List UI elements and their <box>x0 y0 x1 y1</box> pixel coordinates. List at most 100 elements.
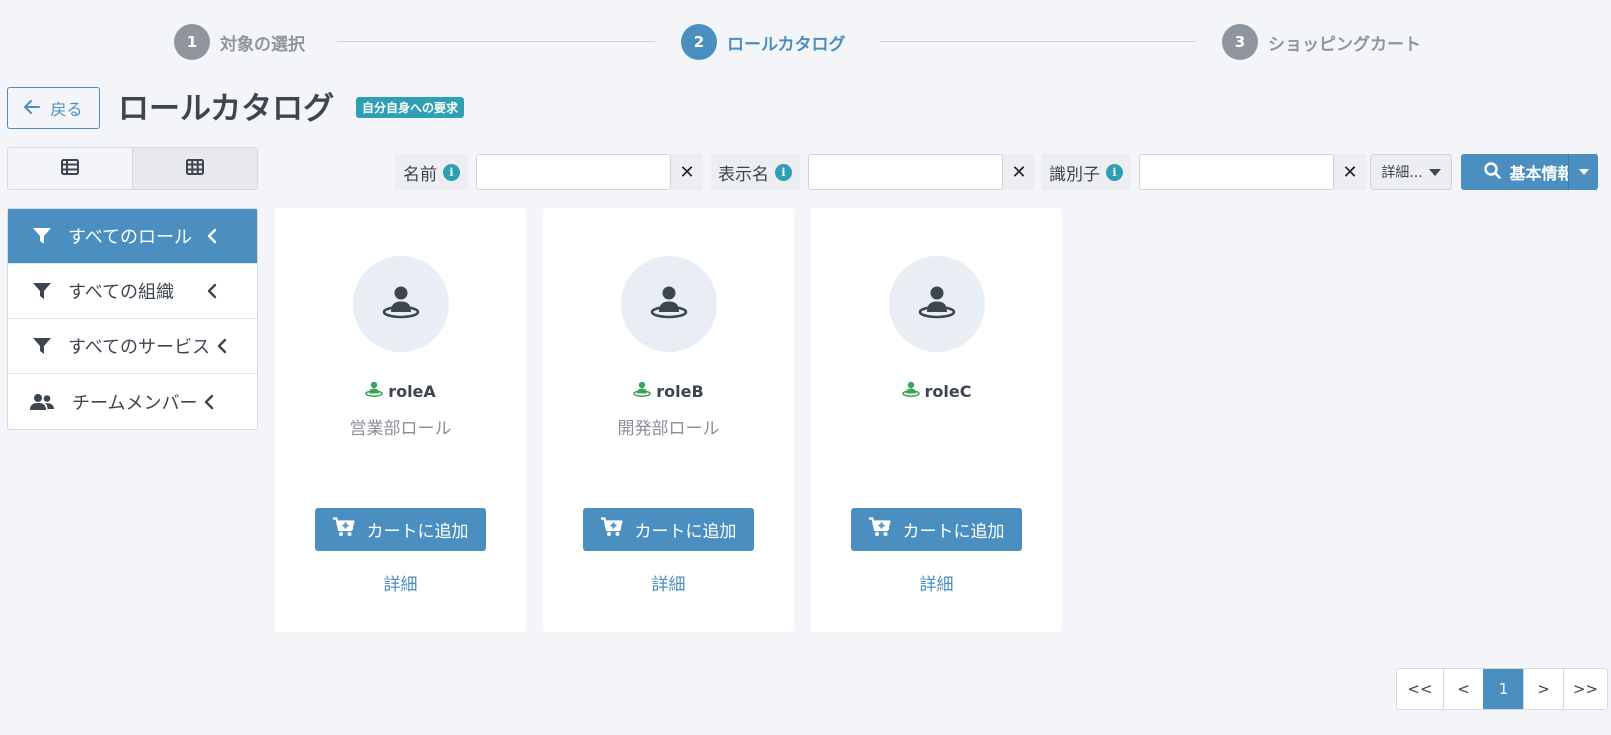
clear-name-icon[interactable]: ✕ <box>671 154 703 190</box>
filter-label: 表示名 i <box>710 154 800 190</box>
role-detail-link[interactable]: 詳細 <box>811 570 1062 595</box>
caret-down-icon <box>1428 168 1441 176</box>
list-icon <box>61 158 79 179</box>
add-to-cart-button[interactable]: カートに追加 <box>851 508 1022 551</box>
role-small-icon <box>901 381 920 401</box>
sidebar-item-team-members[interactable]: チームメンバー <box>8 374 257 429</box>
step-connector <box>337 41 655 42</box>
sidebar-item-all-services[interactable]: すべてのサービス <box>8 319 257 374</box>
filter-icon <box>30 337 54 355</box>
step-number: 1 <box>174 24 210 60</box>
role-description: 営業部ロール <box>349 419 452 439</box>
sidebar-item-all-roles[interactable]: すべてのロール <box>8 209 257 264</box>
sidebar-item-label: チームメンバー <box>72 392 198 414</box>
step-shopping-cart[interactable]: 3 ショッピングカート <box>1222 24 1421 60</box>
info-icon[interactable]: i <box>443 163 460 181</box>
role-detail-link[interactable]: 詳細 <box>275 570 526 595</box>
step-label: ショッピングカート <box>1268 34 1421 55</box>
role-avatar <box>621 256 717 352</box>
add-to-cart-button[interactable]: カートに追加 <box>583 508 754 551</box>
cart-plus-icon <box>332 517 355 542</box>
display-name-filter-input[interactable] <box>808 154 1003 190</box>
list-view-button[interactable] <box>8 148 132 189</box>
chevron-left-icon <box>200 394 214 410</box>
catalog-sidebar: すべてのロール すべての組織 すべてのサービス チームメンバー <box>7 208 258 430</box>
role-name[interactable]: roleB <box>543 381 794 401</box>
clear-identifier-icon[interactable]: ✕ <box>1334 154 1366 190</box>
next-page-button[interactable]: > <box>1523 669 1563 709</box>
identifier-filter-input[interactable] <box>1139 154 1334 190</box>
step-number: 2 <box>681 24 717 60</box>
current-page-button[interactable]: 1 <box>1483 669 1523 709</box>
detail-dropdown-label: 詳細... <box>1381 165 1423 181</box>
add-to-cart-label: カートに追加 <box>634 522 737 542</box>
search-options-toggle[interactable] <box>1568 154 1598 190</box>
role-name-label: roleA <box>388 381 436 401</box>
role-icon <box>381 285 421 323</box>
clear-display-name-icon[interactable]: ✕ <box>1003 154 1035 190</box>
users-icon <box>30 393 54 411</box>
chevron-left-icon <box>213 338 227 354</box>
step-select-target[interactable]: 1 対象の選択 <box>174 24 305 60</box>
role-card: roleC カートに追加 詳細 <box>811 208 1062 632</box>
filter-icon <box>30 227 54 245</box>
add-to-cart-label: カートに追加 <box>366 522 469 542</box>
caret-down-icon <box>1578 169 1589 175</box>
sidebar-item-label: すべてのロール <box>68 227 193 248</box>
chevron-left-icon <box>203 283 217 299</box>
filter-name-group: 名前 i ✕ <box>395 154 703 190</box>
role-small-icon <box>633 381 652 401</box>
filter-icon <box>30 282 54 300</box>
role-description: 開発部ロール <box>617 419 720 439</box>
role-detail-link[interactable]: 詳細 <box>543 570 794 595</box>
back-button[interactable]: 戻る <box>7 87 100 129</box>
search-icon <box>1484 161 1502 183</box>
role-small-icon <box>365 381 383 401</box>
step-label: ロールカタログ <box>727 34 846 55</box>
arrow-left-icon <box>24 99 41 118</box>
pagination: << < 1 > >> <box>1396 668 1608 710</box>
grid-icon <box>186 158 204 179</box>
sidebar-item-label: すべての組織 <box>68 282 175 303</box>
role-avatar <box>889 256 985 352</box>
role-name-label: roleB <box>656 381 704 401</box>
prev-page-button[interactable]: < <box>1443 669 1483 709</box>
wizard-stepper: 1 対象の選択 2 ロールカタログ 3 ショッピングカート <box>0 0 1611 84</box>
role-icon <box>649 285 689 323</box>
name-filter-input[interactable] <box>476 154 671 190</box>
detail-filter-dropdown[interactable]: 詳細... <box>1370 154 1452 190</box>
role-name[interactable]: roleC <box>811 381 1062 401</box>
filter-label: 識別子 i <box>1041 154 1131 190</box>
page-title: ロールカタログ <box>118 91 335 127</box>
role-card: roleA 営業部ロール カートに追加 詳細 <box>275 208 526 632</box>
role-name[interactable]: roleA <box>275 381 526 401</box>
info-icon[interactable]: i <box>775 163 792 181</box>
grid-view-button[interactable] <box>132 148 257 189</box>
search-button-label: 基本情報 <box>1509 164 1574 183</box>
filter-display-name-label: 表示名 <box>718 164 769 185</box>
role-avatar <box>353 256 449 352</box>
view-toggle <box>7 147 258 190</box>
request-type-badge: 自分自身への要求 <box>356 97 465 118</box>
first-page-button[interactable]: << <box>1397 669 1443 709</box>
step-label: 対象の選択 <box>220 34 305 55</box>
back-button-label: 戻る <box>50 100 83 119</box>
add-to-cart-label: カートに追加 <box>902 522 1005 542</box>
add-to-cart-button[interactable]: カートに追加 <box>315 508 486 551</box>
role-name-label: roleC <box>924 381 972 401</box>
role-card: roleB 開発部ロール カートに追加 詳細 <box>543 208 794 632</box>
chevron-left-icon <box>203 228 217 244</box>
last-page-button[interactable]: >> <box>1563 669 1607 709</box>
step-connector <box>880 41 1196 42</box>
cart-plus-icon <box>600 517 623 542</box>
sidebar-item-all-organizations[interactable]: すべての組織 <box>8 264 257 319</box>
filter-name-label: 名前 <box>403 164 437 185</box>
filter-label: 名前 i <box>395 154 468 190</box>
filter-identifier-label: 識別子 <box>1049 164 1100 185</box>
sidebar-item-label: すべてのサービス <box>68 337 211 358</box>
info-icon[interactable]: i <box>1106 163 1123 181</box>
cart-plus-icon <box>868 517 891 542</box>
role-icon <box>917 285 957 323</box>
step-role-catalog[interactable]: 2 ロールカタログ <box>681 24 846 60</box>
filter-display-name-group: 表示名 i ✕ <box>710 154 1035 190</box>
